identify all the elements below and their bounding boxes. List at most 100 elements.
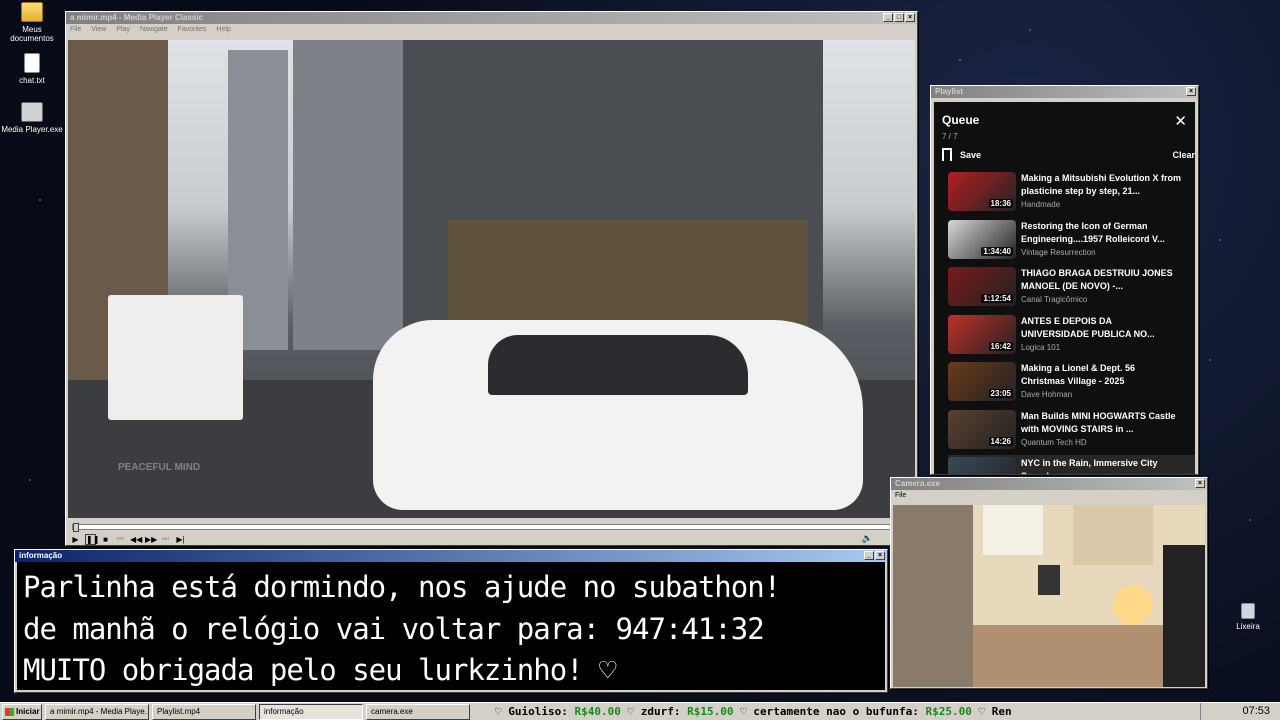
menu-file[interactable]: File [70, 24, 81, 35]
queue-title: Queue [942, 113, 980, 127]
video-channel: Canal Tragicômico [1021, 295, 1088, 304]
video-thumbnail [948, 457, 1016, 474]
window-light [983, 505, 1043, 555]
volume-icon[interactable]: 🔈 [862, 533, 873, 544]
video-channel: Dave Hohman [1021, 390, 1073, 399]
clock: 07:53 [1200, 703, 1274, 720]
start-button[interactable]: Iniciar [2, 703, 42, 720]
info-line: MUITO obrigada pelo seu lurkzinho! ♡ [23, 653, 617, 687]
desk [973, 625, 1173, 687]
menu-bar: File [891, 490, 1207, 501]
queue-item[interactable]: 23:05 Making a Lionel & Dept. 56 Christma… [948, 360, 1195, 408]
lamp [1038, 565, 1060, 595]
desktop-icon-media-player[interactable]: Media Player.exe [0, 102, 64, 134]
save-button[interactable]: Save [942, 148, 981, 164]
donor-name: Guioliso: [508, 705, 568, 718]
task-info[interactable]: informação [259, 703, 363, 720]
video-duration: 18:36 [988, 199, 1013, 208]
video-duration: 1:34:40 [981, 246, 1013, 256]
wall [1073, 505, 1153, 565]
close-button[interactable]: × [1186, 87, 1196, 96]
recycle-bin-icon [1241, 603, 1255, 619]
info-window[interactable]: informação _ × Parlinha está dormindo, n… [14, 549, 888, 693]
playlist-titlebar[interactable]: Playlist × [931, 86, 1198, 98]
skip-forward-icon[interactable]: ⏭ [160, 534, 171, 544]
queue-item[interactable]: 18:36 Making a Mitsubishi Evolution X fro… [948, 170, 1195, 218]
media-player-window[interactable]: a mimir.mp4 - Media Player Classic _ □ ×… [65, 11, 918, 546]
video-duration: 16:42 [988, 341, 1013, 351]
video-title: THIAGO BRAGA DESTRUIU JONES MANOEL (DE N… [1021, 268, 1173, 291]
queue-item[interactable]: 1:12:54 THIAGO BRAGA DESTRUIU JONES MANOE… [948, 265, 1195, 313]
desktop-icon-chat-txt[interactable]: chat.txt [0, 53, 64, 85]
seek-bar[interactable] [72, 523, 911, 532]
pause-icon[interactable]: ❚❚ [85, 533, 99, 545]
info-message: Parlinha está dormindo, nos ajude no sub… [17, 562, 885, 690]
video-thumbnail: 1:34:40 [948, 219, 1016, 259]
task-camera[interactable]: camera.exe [366, 703, 470, 720]
close-button[interactable]: × [875, 551, 885, 560]
close-button[interactable]: × [1195, 479, 1205, 488]
info-line: de manhã o relógio vai voltar para: 947:… [23, 611, 765, 646]
playback-controls: ▶ ❚❚ ■ ⏮ ◀◀ ▶▶ ⏭ ▶| [70, 533, 186, 545]
minimize-button[interactable]: _ [864, 551, 874, 560]
video-frame[interactable]: PEACEFUL MIND [68, 40, 915, 518]
clear-button[interactable]: Clear [1172, 150, 1195, 160]
menu-view[interactable]: View [91, 24, 106, 35]
info-line: Parlinha está dormindo, nos ajude no sub… [23, 570, 781, 604]
camera-window[interactable]: Camera.exe × File [890, 477, 1208, 689]
window-title: informação [19, 551, 63, 560]
desktop-icon-label: Lixeira [1236, 622, 1260, 631]
donation-ticker: ♡ Guioliso: R$40.00 ♡ zdurf: R$15.00 ♡ c… [495, 703, 1195, 720]
queue-list: 18:36 Making a Mitsubishi Evolution X fro… [948, 170, 1195, 474]
camera-titlebar[interactable]: Camera.exe × [891, 478, 1207, 490]
video-thumbnail: 1:12:54 [948, 267, 1016, 306]
menu-navigate[interactable]: Navigate [140, 24, 168, 35]
skip-back-icon[interactable]: ⏮ [115, 534, 126, 544]
menu-bar: File View Play Navigate Favorites Help [66, 24, 917, 35]
maximize-button[interactable]: □ [894, 13, 904, 22]
heart-icon: ♡ [740, 705, 754, 718]
building [448, 220, 808, 330]
play-icon[interactable]: ▶ [70, 535, 81, 544]
menu-play[interactable]: Play [116, 24, 130, 35]
rewind-icon[interactable]: ◀◀ [130, 535, 142, 544]
close-icon[interactable]: ✕ [1174, 112, 1187, 130]
bookmark-icon [942, 148, 952, 164]
task-playlist[interactable]: Playlist.mp4 [152, 703, 256, 720]
frame-step-icon[interactable]: ▶| [175, 535, 186, 544]
queue-item[interactable]: 14:26 Man Builds MINI HOGWARTS Castle wit… [948, 408, 1195, 456]
building [293, 40, 403, 350]
desktop-icon-label: Media Player.exe [1, 125, 63, 134]
menu-file[interactable]: File [895, 490, 906, 501]
menu-favorites[interactable]: Favorites [178, 24, 207, 35]
watermark: PEACEFUL MIND [118, 462, 201, 473]
video-title: ANTES E DEPOIS DA UNIVERSIDADE PUBLICA N… [1021, 315, 1155, 339]
seek-thumb[interactable] [73, 523, 79, 532]
queue-item[interactable]: NYC in the Rain, Immersive City Soundsca… [948, 455, 1195, 474]
desktop-icon-recycle-bin[interactable]: Lixeira [1216, 603, 1280, 631]
video-channel: Handmade [1021, 200, 1061, 209]
window-title: Camera.exe [895, 479, 940, 488]
queue-item[interactable]: 1:34:40 Restoring the Icon of German Engi… [948, 218, 1195, 266]
video-thumbnail: 18:36 [948, 172, 1016, 211]
fast-forward-icon[interactable]: ▶▶ [145, 535, 157, 544]
minimize-button[interactable]: _ [883, 13, 893, 22]
text-file-icon [24, 53, 40, 73]
close-button[interactable]: × [905, 13, 915, 22]
desktop-icon-documents[interactable]: Meus documentos [0, 2, 64, 43]
blanket [893, 505, 973, 687]
van-window [488, 335, 748, 395]
windows-logo-icon [5, 707, 14, 716]
donation-amount: R$25.00 [925, 705, 972, 718]
task-media-player[interactable]: a mimir.mp4 - Media Playe... [45, 703, 149, 720]
stop-icon[interactable]: ■ [100, 535, 111, 544]
media-player-titlebar[interactable]: a mimir.mp4 - Media Player Classic _ □ × [66, 12, 917, 24]
video-channel: Logica 101 [1021, 342, 1061, 352]
donor-name: zdurf: [640, 705, 681, 718]
queue-panel: Queue 7 / 7 ✕ Save Clear 18:36 Making a M… [934, 102, 1195, 474]
menu-help[interactable]: Help [216, 24, 230, 35]
info-titlebar[interactable]: informação _ × [15, 550, 887, 562]
queue-item[interactable]: 16:42 ANTES E DEPOIS DA UNIVERSIDADE PUBL… [948, 313, 1195, 361]
playlist-window[interactable]: Playlist × Queue 7 / 7 ✕ Save Clear 18:3… [930, 85, 1199, 475]
video-duration: 1:12:54 [981, 294, 1013, 303]
